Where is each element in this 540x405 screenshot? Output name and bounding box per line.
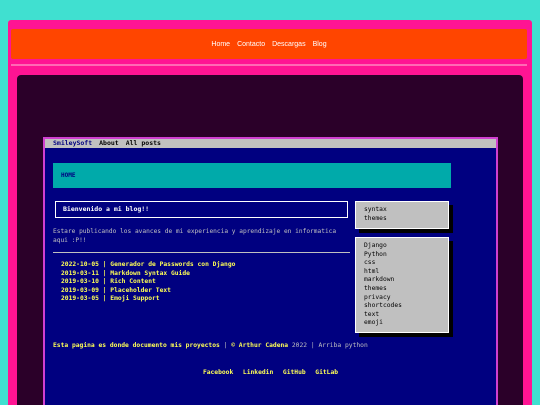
list-item[interactable]: 2019-03-10 | Rich Content xyxy=(61,278,235,287)
list-item[interactable]: 2019-03-05 | Emoji Support xyxy=(61,295,235,304)
tag-markdown[interactable]: markdown xyxy=(364,276,448,285)
tag-emoji[interactable]: emoji xyxy=(364,319,448,328)
menu-all-posts[interactable]: All posts xyxy=(126,139,161,148)
nav-home[interactable]: Home xyxy=(211,41,230,48)
tag-python[interactable]: Python xyxy=(364,251,448,260)
blog-window: SmileySoft About All posts HOME Bienveni… xyxy=(43,137,498,405)
nav-descargas[interactable]: Descargas xyxy=(272,41,305,48)
list-item[interactable]: 2022-10-05 | Generador de Passwords con … xyxy=(61,261,235,270)
footer-lead: Esta pagina es donde documento mis proye… xyxy=(53,342,220,349)
footer-python[interactable]: python xyxy=(345,342,368,349)
gitlab-link[interactable]: GitLab xyxy=(315,369,338,376)
welcome-box: Bienvenido a mi blog!! xyxy=(55,201,348,218)
tag-css[interactable]: css xyxy=(364,259,448,268)
intro-text: Estare publicando los avances de mi expe… xyxy=(53,228,337,244)
home-label[interactable]: HOME xyxy=(61,172,75,179)
menu-about[interactable]: About xyxy=(99,139,119,148)
nav-contacto[interactable]: Contacto xyxy=(237,41,265,48)
tag-text[interactable]: text xyxy=(364,311,448,320)
brand-link[interactable]: SmileySoft xyxy=(53,139,92,148)
category-syntax[interactable]: syntax xyxy=(364,206,448,215)
tags-box: Django Python css html markdown themes p… xyxy=(355,237,449,333)
tag-shortcodes[interactable]: shortcodes xyxy=(364,302,448,311)
footer-year: 2022 xyxy=(291,342,308,349)
tag-themes[interactable]: themes xyxy=(364,285,448,294)
post-list: 2022-10-05 | Generador de Passwords con … xyxy=(61,261,235,304)
nav-blog[interactable]: Blog xyxy=(313,41,327,48)
tag-privacy[interactable]: privacy xyxy=(364,294,448,303)
footer-copyright: © Arthur Cadena xyxy=(231,342,289,349)
footer: Esta pagina es donde documento mis proye… xyxy=(53,342,368,349)
tag-django[interactable]: Django xyxy=(364,242,448,251)
category-themes[interactable]: themes xyxy=(364,215,448,224)
list-item[interactable]: 2019-03-11 | Markdown Syntax Guide xyxy=(61,270,235,279)
social-links: Facebook Linkedin GitHub GitLab xyxy=(45,359,496,378)
tag-html[interactable]: html xyxy=(364,268,448,277)
home-panel: HOME xyxy=(53,163,451,188)
menu-bar: SmileySoft About All posts xyxy=(45,139,496,148)
footer-arriba[interactable]: Arriba xyxy=(318,342,341,349)
linkedin-link[interactable]: Linkedin xyxy=(243,369,273,376)
divider-band xyxy=(11,64,527,66)
welcome-text: Bienvenido a mi blog!! xyxy=(63,205,150,213)
facebook-link[interactable]: Facebook xyxy=(203,369,233,376)
categories-box: syntax themes xyxy=(355,201,449,229)
divider xyxy=(53,252,350,253)
top-navigation: Home Contacto Descargas Blog xyxy=(11,29,527,59)
github-link[interactable]: GitHub xyxy=(283,369,306,376)
